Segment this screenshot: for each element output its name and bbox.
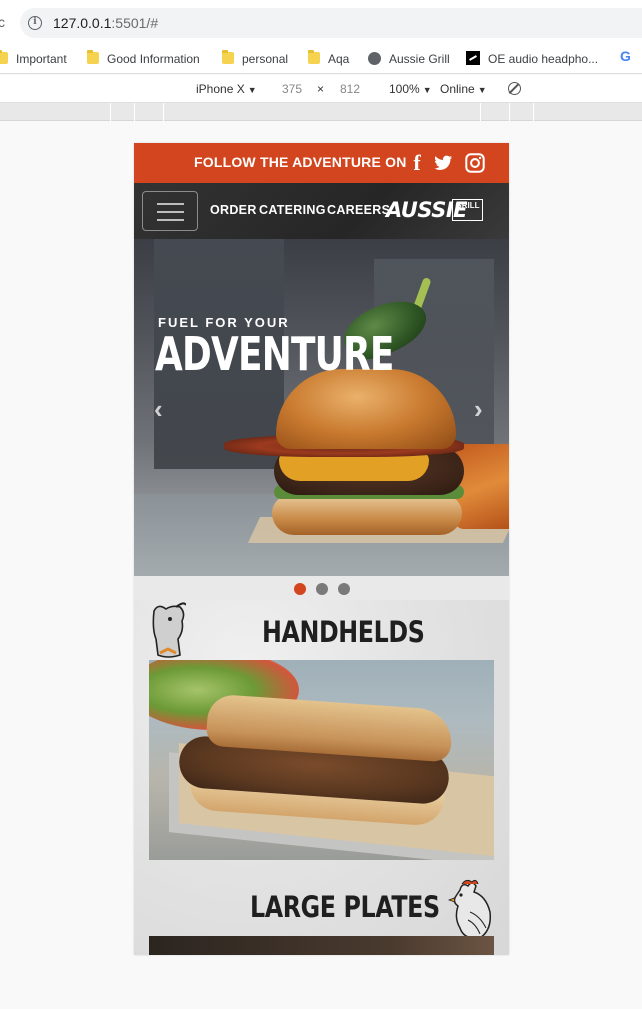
network-select[interactable]: Online ▼: [440, 82, 487, 96]
bookmark-label: Aussie Grill: [389, 52, 450, 66]
globe-icon: [368, 52, 381, 65]
device-name: iPhone X: [196, 82, 245, 96]
section-title-handhelds: HANDHELDS: [262, 615, 425, 649]
ruler-tick: [509, 103, 510, 121]
address-bar[interactable]: i 127.0.0.1:5501/#: [20, 8, 642, 38]
bookmark-important[interactable]: Important: [0, 50, 67, 68]
menu-bar: [157, 219, 184, 221]
bookmark-label: Important: [16, 52, 67, 66]
chicken-icon: [447, 879, 492, 940]
google-icon[interactable]: G: [620, 48, 631, 64]
section-title-large-plates: LARGE PLATES: [250, 890, 440, 924]
address-row: c i 127.0.0.1:5501/#: [0, 0, 642, 44]
carousel-prev-button[interactable]: ‹: [154, 394, 163, 425]
times-label: ×: [317, 82, 325, 96]
width-input[interactable]: 375: [282, 82, 302, 96]
oe-icon: [466, 51, 480, 65]
brand-logo-grill: GRILL: [452, 199, 483, 221]
bookmark-personal[interactable]: personal: [222, 50, 288, 68]
twitter-icon[interactable]: [432, 152, 454, 174]
chevron-down-icon: ▼: [422, 85, 432, 95]
url-host: 127.0.0.1: [53, 15, 112, 31]
nav-order-link[interactable]: ORDER: [210, 203, 257, 217]
device-viewport: FOLLOW THE ADVENTURE ON f ORDER CATERING…: [134, 143, 509, 955]
facebook-icon[interactable]: f: [406, 152, 428, 174]
ruler-tick: [134, 103, 135, 121]
carousel-next-button[interactable]: ›: [474, 394, 483, 425]
nav-careers-link[interactable]: CAREERS: [327, 203, 390, 217]
menu-toggle-button[interactable]: [142, 191, 198, 231]
burger-bun-top: [276, 369, 456, 449]
chevron-down-icon: ▼: [477, 85, 487, 95]
zoom-select[interactable]: 100% ▼: [389, 82, 432, 96]
device-toolbar: iPhone X ▼ 375 × 812 100% ▼ Online ▼: [0, 75, 642, 103]
bookmark-oe-audio[interactable]: OE audio headpho...: [466, 50, 598, 68]
ruler-tick: [480, 103, 481, 121]
bookmark-label: Good Information: [107, 52, 200, 66]
bookmarks-bar: Important Good Information personal Aqa …: [0, 44, 642, 74]
info-icon[interactable]: i: [28, 16, 42, 30]
menu-bar: [157, 211, 184, 213]
bull-icon: [152, 602, 186, 658]
bookmark-label: Aqa: [328, 52, 350, 66]
rotate-disabled-icon[interactable]: [508, 82, 521, 95]
folder-icon: [0, 50, 8, 64]
media-query-ruler[interactable]: [0, 103, 642, 121]
zoom-value: 100%: [389, 82, 420, 96]
nav-catering-link[interactable]: CATERING: [259, 203, 326, 217]
follow-banner: FOLLOW THE ADVENTURE ON f: [134, 143, 509, 183]
hero-carousel[interactable]: FUEL FOR YOUR ADVENTURE ‹ ›: [134, 239, 509, 576]
network-value: Online: [440, 82, 475, 96]
handhelds-image[interactable]: [149, 660, 494, 860]
folder-icon: [222, 50, 234, 64]
url-text[interactable]: 127.0.0.1:5501/#: [53, 15, 158, 31]
carousel-indicator[interactable]: [316, 583, 328, 595]
follow-text: FOLLOW THE ADVENTURE ON: [194, 154, 407, 170]
instagram-icon[interactable]: [464, 152, 486, 174]
device-select[interactable]: iPhone X ▼: [196, 82, 257, 96]
ruler-tick: [110, 103, 111, 121]
carousel-indicator[interactable]: [294, 583, 306, 595]
url-rest: :5501/#: [111, 15, 159, 31]
bookmark-aussie-grill[interactable]: Aussie Grill: [368, 50, 450, 68]
chevron-down-icon: ▼: [247, 85, 257, 95]
folder-icon: [308, 50, 320, 64]
menu-bar: [157, 203, 184, 205]
large-plates-image[interactable]: [149, 936, 494, 955]
carousel-indicator[interactable]: [338, 583, 350, 595]
ruler-tick: [533, 103, 534, 121]
hero-title: ADVENTURE: [155, 327, 394, 381]
bookmark-label: OE audio headpho...: [488, 52, 599, 66]
folder-icon: [87, 50, 99, 64]
bookmark-aqa[interactable]: Aqa: [308, 50, 349, 68]
bookmark-good-information[interactable]: Good Information: [87, 50, 200, 68]
bookmark-label: personal: [242, 52, 289, 66]
carousel-indicators: [134, 576, 509, 600]
ruler-tick: [163, 103, 164, 121]
burger-bun-bottom: [272, 495, 462, 535]
reload-icon[interactable]: c: [0, 14, 5, 30]
height-input[interactable]: 812: [340, 82, 360, 96]
site-navbar: ORDER CATERING CAREERS AUSSIE GRILL: [134, 183, 509, 239]
